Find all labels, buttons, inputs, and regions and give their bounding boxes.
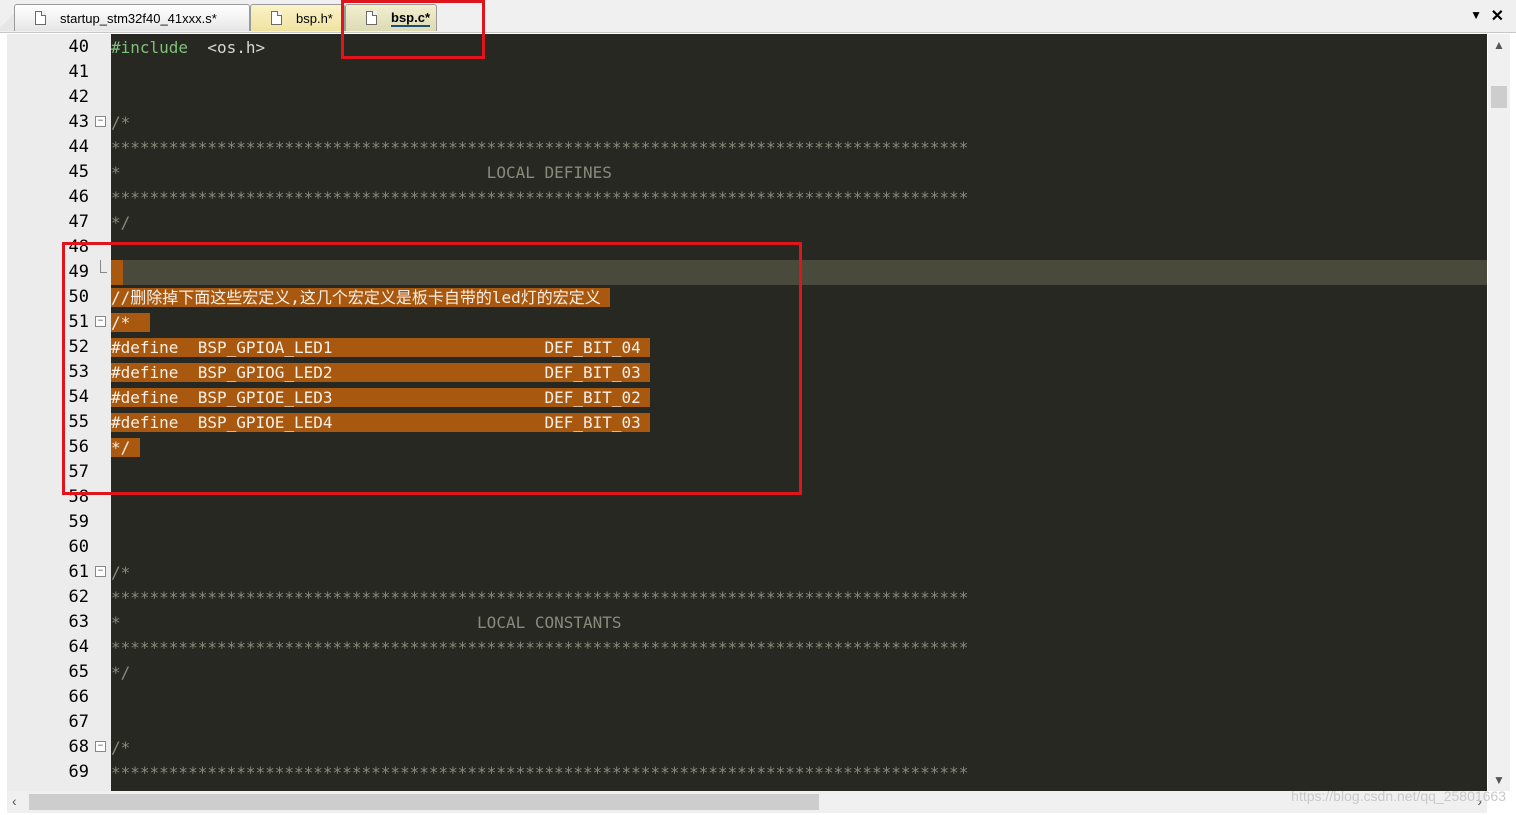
line-number: 44 (68, 137, 89, 157)
tab-label: bsp.h* (296, 10, 333, 26)
annotation-box-code (62, 242, 802, 495)
code-line[interactable]: 62 **************************************… (7, 585, 1487, 610)
document-icon (35, 11, 46, 25)
code-token: * LOCAL CONSTANTS (111, 613, 622, 632)
document-icon (271, 11, 282, 25)
code-token: ****************************************… (111, 188, 969, 207)
code-line[interactable]: 42 (7, 85, 1487, 110)
code-line[interactable]: 68−/* (7, 735, 1487, 760)
code-line[interactable]: 47 */ (7, 210, 1487, 235)
line-number: 64 (68, 637, 89, 657)
code-token: <os.h> (188, 38, 266, 57)
line-number: 40 (68, 37, 89, 57)
line-number: 68 (68, 737, 89, 757)
fold-toggle-icon[interactable]: − (95, 741, 106, 752)
code-line[interactable]: 59 (7, 510, 1487, 535)
line-number: 41 (68, 62, 89, 82)
code-token: /* (111, 113, 131, 132)
code-text: ****************************************… (111, 135, 968, 160)
code-token: */ (111, 663, 131, 682)
annotation-box-tab (341, 0, 485, 59)
code-text: * LOCAL DEFINES (111, 160, 612, 185)
code-line[interactable]: 60 (7, 535, 1487, 560)
code-text: */ (111, 660, 130, 685)
fold-toggle-icon[interactable]: − (95, 566, 106, 577)
code-text: ****************************************… (111, 760, 968, 785)
line-number: 60 (68, 537, 89, 557)
code-line[interactable]: 41 (7, 60, 1487, 85)
tab-bar: startup_stm32f40_41xxx.s* bsp.h* bsp.c* … (0, 0, 1516, 33)
code-token: /* (111, 563, 131, 582)
dropdown-arrow-icon[interactable]: ▼ (1470, 8, 1482, 22)
horizontal-scrollbar[interactable]: ‹ › (7, 791, 1487, 813)
scroll-up-icon[interactable]: ▲ (1493, 38, 1505, 52)
code-line[interactable]: 44 **************************************… (7, 135, 1487, 160)
vertical-scrollbar[interactable]: ▲ ▼ (1488, 34, 1510, 791)
line-number: 62 (68, 587, 89, 607)
vertical-scroll-thumb[interactable] (1491, 86, 1507, 108)
tab-bsp-h[interactable]: bsp.h* (250, 4, 345, 31)
tab-label: startup_stm32f40_41xxx.s* (60, 10, 217, 26)
line-number: 66 (68, 687, 89, 707)
code-token: * LOCAL DEFINES (111, 163, 612, 182)
code-text: /* (111, 560, 130, 585)
line-number: 63 (68, 612, 89, 632)
line-number: 65 (68, 662, 89, 682)
code-token: ****************************************… (111, 763, 969, 782)
code-line[interactable]: 45 * LOCAL DEFINES (7, 160, 1487, 185)
code-text: ****************************************… (111, 185, 968, 210)
code-line[interactable]: 64 **************************************… (7, 635, 1487, 660)
line-number: 43 (68, 112, 89, 132)
code-token: ****************************************… (111, 638, 969, 657)
line-number: 61 (68, 562, 89, 582)
code-line[interactable]: 46 **************************************… (7, 185, 1487, 210)
code-text: #include <os.h> (111, 35, 265, 60)
code-text: /* (111, 735, 130, 760)
code-line[interactable]: 66 (7, 685, 1487, 710)
code-line[interactable]: 40 #include <os.h> (7, 35, 1487, 60)
code-line[interactable]: 67 (7, 710, 1487, 735)
tab-startup-file[interactable]: startup_stm32f40_41xxx.s* (14, 4, 250, 31)
watermark: https://blog.csdn.net/qq_25801663 (1291, 788, 1506, 804)
code-token: /* (111, 738, 131, 757)
code-line[interactable]: 69 **************************************… (7, 760, 1487, 785)
line-number: 42 (68, 87, 89, 107)
code-text: */ (111, 210, 130, 235)
code-token: ****************************************… (111, 588, 969, 607)
code-text: ****************************************… (111, 585, 968, 610)
code-text: * LOCAL CONSTANTS (111, 610, 622, 635)
horizontal-scroll-thumb[interactable] (29, 794, 819, 810)
line-number: 47 (68, 212, 89, 232)
fold-toggle-icon[interactable]: − (95, 116, 106, 127)
code-line[interactable]: 63 * LOCAL CONSTANTS (7, 610, 1487, 635)
code-line[interactable]: 65 */ (7, 660, 1487, 685)
code-token: #include (111, 38, 189, 57)
code-line[interactable]: 43−/* (7, 110, 1487, 135)
line-number: 67 (68, 712, 89, 732)
code-text: /* (111, 110, 130, 135)
scroll-left-icon[interactable]: ‹ (12, 793, 17, 809)
line-number: 46 (68, 187, 89, 207)
code-token: */ (111, 213, 131, 232)
scroll-down-icon[interactable]: ▼ (1493, 773, 1505, 787)
line-number: 69 (68, 762, 89, 782)
code-line[interactable]: 61−/* (7, 560, 1487, 585)
line-number: 59 (68, 512, 89, 532)
close-icon[interactable]: ✕ (1491, 6, 1504, 26)
code-text: ****************************************… (111, 635, 968, 660)
code-token: ****************************************… (111, 138, 969, 157)
line-number: 45 (68, 162, 89, 182)
